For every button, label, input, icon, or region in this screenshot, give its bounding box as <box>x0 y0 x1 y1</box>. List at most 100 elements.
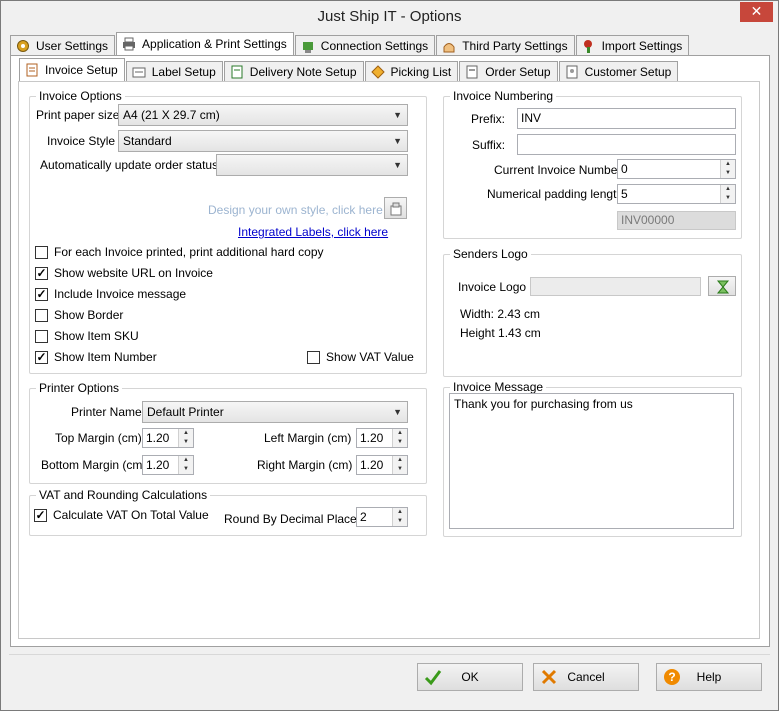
integrated-labels-link[interactable]: Integrated Labels, click here <box>238 225 388 239</box>
arrow-up-icon[interactable]: ▲ <box>179 456 193 465</box>
tab-user-settings[interactable]: User Settings <box>10 35 116 55</box>
spinner-buttons[interactable]: ▲ ▼ <box>178 429 193 447</box>
bottom-margin-spinner[interactable]: 1.20 ▲ ▼ <box>142 455 194 475</box>
tab-customer-setup[interactable]: Customer Setup <box>558 61 679 81</box>
spinner-buttons[interactable]: ▲ ▼ <box>392 429 407 447</box>
spinner-buttons[interactable]: ▲ ▼ <box>178 456 193 474</box>
arrow-down-icon[interactable]: ▼ <box>179 438 193 447</box>
help-button[interactable]: ? Help <box>656 663 762 691</box>
checkbox-label: Calculate VAT On Total Value <box>53 508 209 522</box>
left-margin-spinner[interactable]: 1.20 ▲ ▼ <box>356 428 408 448</box>
checkbox[interactable] <box>35 245 48 259</box>
checkbox[interactable]: ✓ <box>34 508 47 522</box>
arrow-down-icon[interactable]: ▼ <box>393 438 407 447</box>
printer-icon <box>121 36 137 52</box>
paper-size-value: A4 (21 X 29.7 cm) <box>123 108 220 122</box>
tab-application-print-settings[interactable]: Application & Print Settings <box>116 32 294 55</box>
arrow-down-icon[interactable]: ▼ <box>721 194 735 203</box>
tab-label: Order Setup <box>485 64 551 79</box>
checkbox[interactable] <box>35 329 48 343</box>
arrow-down-icon[interactable]: ▼ <box>393 517 407 526</box>
logo-browse-button[interactable] <box>708 276 736 296</box>
left-margin-value: 1.20 <box>360 431 384 445</box>
invoice-style-select[interactable]: Standard ▼ <box>118 130 408 152</box>
invoice-logo-label: Invoice Logo <box>458 280 527 294</box>
tab-connection-settings[interactable]: Connection Settings <box>294 35 436 55</box>
tab-import-settings[interactable]: Import Settings <box>575 35 690 55</box>
tab-delivery-note-setup[interactable]: Delivery Note Setup <box>223 61 364 81</box>
invoice-message-legend: Invoice Message <box>453 380 544 394</box>
printer-name-select[interactable]: Default Printer ▼ <box>142 401 408 423</box>
top-margin-spinner[interactable]: 1.20 ▲ ▼ <box>142 428 194 448</box>
arrow-down-icon[interactable]: ▼ <box>393 465 407 474</box>
round-decimal-spinner[interactable]: 2 ▲ ▼ <box>356 507 408 527</box>
spinner-buttons[interactable]: ▲ ▼ <box>720 160 735 178</box>
checkbox[interactable] <box>35 308 48 322</box>
right-margin-spinner[interactable]: 1.20 ▲ ▼ <box>356 455 408 475</box>
checkbox[interactable]: ✓ <box>35 287 48 301</box>
checkbox-additional-hard-copy[interactable]: For each Invoice printed, print addition… <box>35 245 324 259</box>
arrow-up-icon[interactable]: ▲ <box>721 160 735 169</box>
tab-label-setup[interactable]: Label Setup <box>125 61 223 81</box>
suffix-input[interactable] <box>517 134 736 155</box>
paper-size-select[interactable]: A4 (21 X 29.7 cm) ▼ <box>118 104 408 126</box>
right-margin-value: 1.20 <box>360 458 384 472</box>
senders-logo-legend: Senders Logo <box>453 247 528 261</box>
suffix-label: Suffix: <box>472 138 506 152</box>
arrow-up-icon[interactable]: ▲ <box>721 185 735 194</box>
checkbox-show-border[interactable]: Show Border <box>35 308 123 322</box>
padding-length-spinner[interactable]: 5 ▲ ▼ <box>617 184 736 204</box>
label-icon <box>131 64 147 80</box>
auto-update-label: Automatically update order status: <box>40 158 222 172</box>
checkbox-show-website-url[interactable]: ✓ Show website URL on Invoice <box>35 266 213 280</box>
arrow-down-icon[interactable]: ▼ <box>721 169 735 178</box>
tab-label: Picking List <box>390 64 452 79</box>
checkbox-show-item-sku[interactable]: Show Item SKU <box>35 329 139 343</box>
checkbox-label: Show Item SKU <box>54 329 139 343</box>
checkbox-label: For each Invoice printed, print addition… <box>54 245 324 259</box>
spinner-buttons[interactable]: ▲ ▼ <box>392 508 407 526</box>
tab-label: Import Settings <box>601 38 683 53</box>
cancel-button[interactable]: Cancel <box>533 663 639 691</box>
plug-icon <box>300 38 316 54</box>
prefix-input[interactable]: INV <box>517 108 736 129</box>
checkbox[interactable]: ✓ <box>35 266 48 280</box>
checkbox[interactable] <box>307 350 320 364</box>
invoice-numbering-legend: Invoice Numbering <box>453 89 554 103</box>
design-style-button[interactable] <box>384 197 407 219</box>
checkbox-calculate-vat[interactable]: ✓ Calculate VAT On Total Value <box>34 508 209 522</box>
design-style-link[interactable]: Design your own style, click here > <box>208 203 393 217</box>
left-margin-label: Left Margin (cm) <box>264 431 352 445</box>
chevron-down-icon: ▼ <box>393 160 402 170</box>
invoice-message-textarea[interactable]: Thank you for purchasing from us <box>449 393 734 529</box>
checkbox-show-vat-value[interactable]: Show VAT Value <box>307 350 414 364</box>
spinner-buttons[interactable]: ▲ ▼ <box>392 456 407 474</box>
tab-label: Customer Setup <box>584 64 672 79</box>
top-margin-value: 1.20 <box>146 431 170 445</box>
tab-picking-list[interactable]: Picking List <box>364 61 459 81</box>
hand-icon <box>441 38 457 54</box>
arrow-up-icon[interactable]: ▲ <box>179 429 193 438</box>
hourglass-icon <box>715 279 731 298</box>
arrow-up-icon[interactable]: ▲ <box>393 456 407 465</box>
round-decimal-value: 2 <box>360 510 367 524</box>
checkbox[interactable]: ✓ <box>35 350 48 364</box>
checkbox-show-item-number[interactable]: ✓ Show Item Number <box>35 350 157 364</box>
tab-label: User Settings <box>36 38 109 53</box>
invoice-logo-input[interactable] <box>530 277 701 296</box>
arrow-up-icon[interactable]: ▲ <box>393 429 407 438</box>
ok-button[interactable]: OK <box>417 663 523 691</box>
tab-third-party-settings[interactable]: Third Party Settings <box>436 35 575 55</box>
arrow-up-icon[interactable]: ▲ <box>393 508 407 517</box>
spinner-buttons[interactable]: ▲ ▼ <box>720 185 735 203</box>
close-button[interactable]: ✕ <box>740 2 773 22</box>
tab-order-setup[interactable]: Order Setup <box>459 61 558 81</box>
design-icon <box>388 201 404 220</box>
arrow-down-icon[interactable]: ▼ <box>179 465 193 474</box>
gear-icon <box>15 38 31 54</box>
invoice-icon <box>24 62 40 78</box>
auto-update-select[interactable]: ▼ <box>216 154 408 176</box>
checkbox-include-message[interactable]: ✓ Include Invoice message <box>35 287 186 301</box>
current-number-spinner[interactable]: 0 ▲ ▼ <box>617 159 736 179</box>
tab-invoice-setup[interactable]: Invoice Setup <box>19 58 125 81</box>
